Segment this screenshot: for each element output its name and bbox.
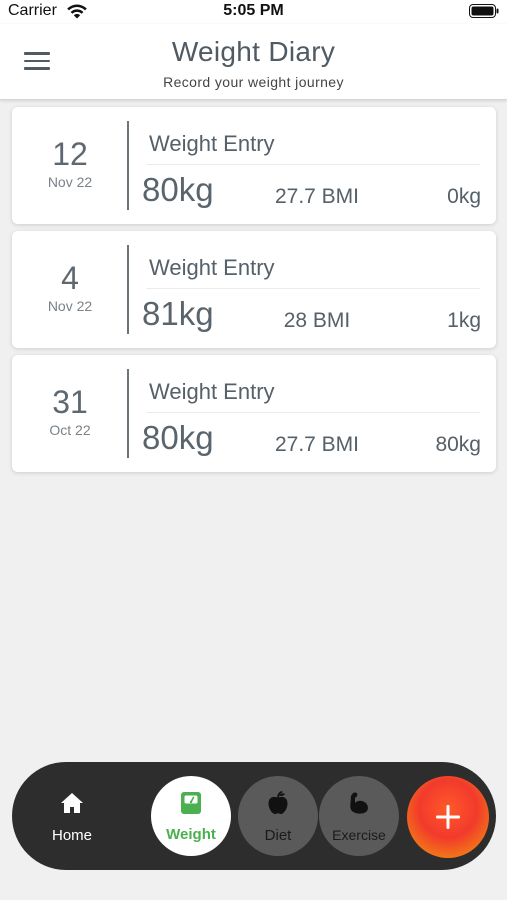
- entry-weight: 80kg: [142, 171, 214, 208]
- horizontal-divider: [146, 288, 480, 289]
- bottom-nav-bar: Home Weight Diet Exercise: [12, 762, 496, 870]
- entry-title: Weight Entry: [149, 255, 275, 280]
- entry-date: 4 Nov 22: [12, 231, 128, 348]
- entry-weight: 80kg: [142, 419, 214, 456]
- vertical-divider: [127, 121, 129, 210]
- entry-month: Nov 22: [47, 174, 93, 190]
- nav-exercise-button[interactable]: Exercise: [319, 776, 399, 856]
- scale-icon: [181, 792, 201, 814]
- add-entry-button[interactable]: [407, 776, 489, 858]
- nav-home-label: Home: [51, 827, 92, 844]
- entry-date: 12 Nov 22: [12, 107, 128, 224]
- entry-weight: 81kg: [142, 295, 214, 332]
- flexed-bicep-icon: [350, 792, 368, 814]
- entry-date: 31 Oct 22: [12, 355, 128, 472]
- app-header: Weight Diary Record your weight journey: [0, 24, 507, 100]
- entry-bmi: 27.7 BMI: [274, 433, 360, 456]
- clock: 5:05 PM: [223, 2, 284, 19]
- nav-weight-label: Weight: [166, 826, 216, 843]
- entry-title: Weight Entry: [149, 131, 275, 156]
- nav-diet-label: Diet: [264, 827, 292, 844]
- nav-exercise-label: Exercise: [332, 827, 386, 843]
- entry-title: Weight Entry: [149, 379, 275, 404]
- nav-home-button[interactable]: Home: [32, 776, 112, 856]
- entry-month: Oct 22: [49, 422, 91, 438]
- status-bar: Carrier 5:05 PM: [0, 0, 507, 24]
- entry-month: Nov 22: [47, 298, 93, 314]
- apple-icon: [268, 791, 288, 814]
- entry-change: 0kg: [447, 185, 481, 208]
- entry-change: 1kg: [447, 309, 481, 332]
- nav-weight-button[interactable]: Weight: [151, 776, 231, 856]
- entry-bmi: 28 BMI: [283, 309, 351, 332]
- vertical-divider: [127, 245, 129, 334]
- nav-diet-button[interactable]: Diet: [238, 776, 318, 856]
- weight-entry-card[interactable]: 12 Nov 22 Weight Entry 80kg 27.7 BMI 0kg: [12, 107, 496, 224]
- weight-entry-card[interactable]: 31 Oct 22 Weight Entry 80kg 27.7 BMI 80k…: [12, 355, 496, 472]
- horizontal-divider: [146, 412, 480, 413]
- home-icon: [61, 793, 83, 813]
- page-title: Weight Diary: [171, 36, 336, 67]
- horizontal-divider: [146, 164, 480, 165]
- vertical-divider: [127, 369, 129, 458]
- entry-day: 4: [61, 260, 79, 296]
- entry-day: 31: [52, 384, 88, 420]
- entry-bmi: 27.7 BMI: [274, 185, 360, 208]
- battery-icon: [469, 4, 499, 18]
- entry-change: 80kg: [435, 433, 481, 456]
- plus-icon: [436, 805, 460, 829]
- weight-entry-card[interactable]: 4 Nov 22 Weight Entry 81kg 28 BMI 1kg: [12, 231, 496, 348]
- page-subtitle: Record your weight journey: [163, 74, 344, 90]
- entry-day: 12: [52, 136, 88, 172]
